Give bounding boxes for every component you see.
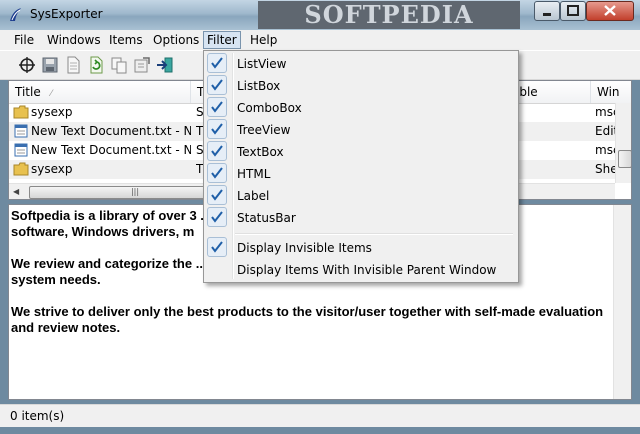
column-window[interactable]: Win — [591, 81, 631, 103]
menu-item-textbox[interactable]: TextBox — [206, 141, 516, 163]
menu-item-statusbar[interactable]: StatusBar — [206, 207, 516, 229]
menu-windows[interactable]: Windows — [47, 32, 101, 48]
menu-item-combobox[interactable]: ComboBox — [206, 97, 516, 119]
close-icon — [604, 5, 616, 16]
menu-item-listview[interactable]: ListView — [206, 53, 516, 75]
row-window: msc — [595, 105, 615, 119]
row-title: New Text Document.txt - N... — [31, 124, 191, 138]
column-title[interactable]: Title ⁄ — [9, 81, 191, 103]
column-title-label: Title — [15, 85, 41, 99]
menu-item-treeview[interactable]: TreeView — [206, 119, 516, 141]
menu-item-label-filter[interactable]: Label — [206, 185, 516, 207]
document-icon — [14, 143, 28, 157]
menu-item-label: StatusBar — [237, 211, 296, 225]
checkmark-icon — [207, 141, 227, 161]
window-title: SysExporter — [30, 7, 103, 21]
menu-item-listbox[interactable]: ListBox — [206, 75, 516, 97]
menu-item-label: ComboBox — [237, 101, 302, 115]
checkmark-icon — [207, 53, 227, 73]
menu-item-label: Display Invisible Items — [237, 241, 372, 255]
status-item-count: 0 item(s) — [10, 409, 65, 423]
menu-item-label: ListBox — [237, 79, 281, 93]
textview-vertical-scrollbar[interactable] — [613, 205, 631, 399]
row-window: Edit — [595, 124, 615, 138]
menu-item-display-invisible-items[interactable]: Display Invisible Items — [206, 237, 516, 259]
minimize-icon — [543, 13, 551, 16]
properties-icon[interactable] — [133, 56, 151, 74]
menu-item-label: TextBox — [237, 145, 284, 159]
maximize-icon — [567, 5, 579, 16]
row-title: sysexp — [31, 105, 73, 119]
checkmark-icon — [207, 207, 227, 227]
checkmark-icon — [207, 237, 227, 257]
sysexporter-window: SOFTPEDIA SysExporter File Windows Items… — [0, 0, 640, 434]
filter-dropdown-menu: ListView ListBox ComboBox TreeView TextB… — [203, 50, 519, 283]
menu-filter[interactable]: Filter — [203, 31, 241, 49]
minimize-button[interactable] — [534, 1, 560, 21]
document-icon — [14, 124, 28, 138]
menu-items[interactable]: Items — [109, 32, 143, 48]
copy-icon[interactable] — [110, 56, 128, 74]
folder-icon — [13, 105, 29, 119]
close-button[interactable] — [586, 1, 634, 21]
menu-item-display-invisible-parent[interactable]: Display Items With Invisible Parent Wind… — [206, 259, 516, 281]
crosshair-icon[interactable] — [18, 56, 36, 74]
scrollbar-thumb[interactable] — [618, 150, 631, 168]
menu-item-label: Display Items With Invisible Parent Wind… — [237, 263, 497, 277]
menu-item-label: TreeView — [237, 123, 291, 137]
menu-separator — [235, 233, 513, 235]
row-title: sysexp — [31, 162, 73, 176]
status-bar: 0 item(s) — [0, 404, 640, 427]
checkmark-icon — [207, 119, 227, 139]
menu-options[interactable]: Options — [153, 32, 199, 48]
menu-item-html[interactable]: HTML — [206, 163, 516, 185]
menu-help[interactable]: Help — [250, 32, 277, 48]
title-bar[interactable]: SOFTPEDIA SysExporter — [0, 0, 640, 30]
maximize-button[interactable] — [560, 1, 586, 21]
app-icon — [10, 8, 21, 21]
checkmark-icon — [207, 163, 227, 183]
checkmark-icon — [207, 75, 227, 95]
refresh-icon[interactable] — [87, 56, 105, 74]
column-visible[interactable]: ible — [509, 81, 591, 103]
menu-bar: File Windows Items Options Filter Help — [0, 30, 640, 50]
row-window: She — [595, 162, 615, 176]
menu-item-label: HTML — [237, 167, 271, 181]
document-icon[interactable] — [64, 56, 82, 74]
save-icon[interactable] — [41, 56, 59, 74]
exit-icon[interactable] — [156, 56, 174, 74]
softpedia-watermark: SOFTPEDIA — [258, 1, 520, 29]
sort-arrow-icon: ⁄ — [50, 89, 53, 99]
menu-item-label: ListView — [237, 57, 287, 71]
row-window: msc — [595, 143, 615, 157]
folder-icon — [13, 162, 29, 176]
row-title: New Text Document.txt - N... — [31, 143, 191, 157]
listview-vertical-scrollbar[interactable] — [615, 103, 631, 183]
menu-file[interactable]: File — [14, 32, 34, 48]
checkmark-icon — [207, 97, 227, 117]
checkmark-icon — [207, 185, 227, 205]
menu-item-label: Label — [237, 189, 270, 203]
scroll-left-arrow-icon[interactable]: ◀ — [13, 187, 19, 196]
